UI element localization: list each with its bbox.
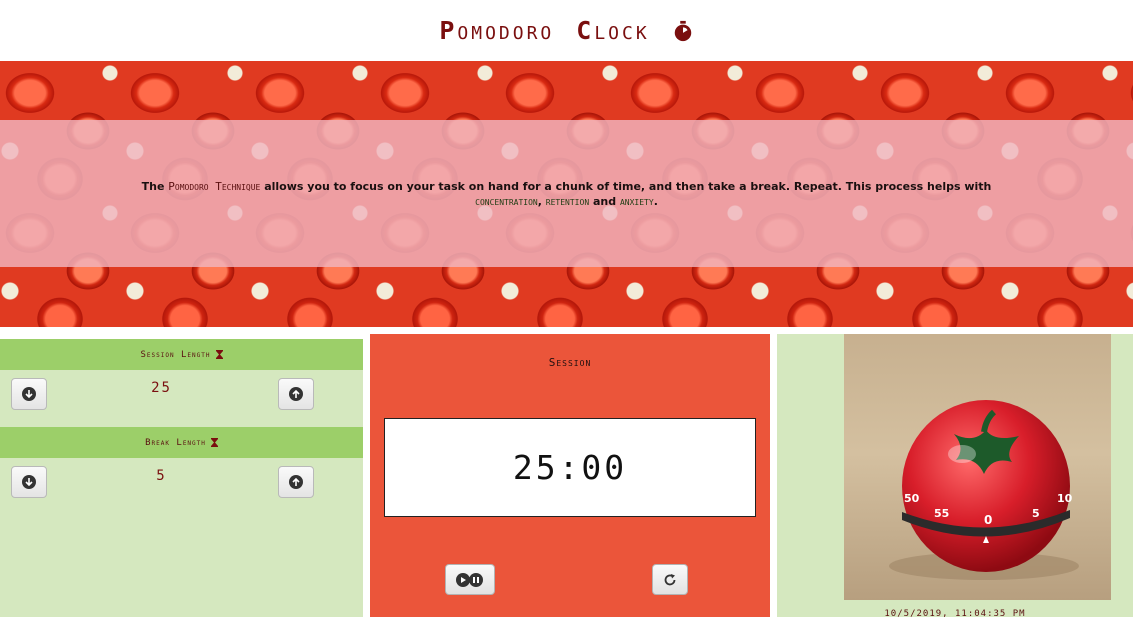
intro-middle: allows you to focus on your task on hand… xyxy=(264,179,992,193)
intro-text: The Pomodoro Technique allows you to foc… xyxy=(142,179,992,209)
app-header: Pomodoro Clock xyxy=(0,0,1133,61)
tomato-timer-photo: 50 55 0 5 10 xyxy=(844,334,1111,600)
break-increment-button[interactable] xyxy=(278,466,314,498)
reset-button[interactable] xyxy=(652,564,688,595)
reset-icon xyxy=(664,573,676,585)
session-increment-button[interactable] xyxy=(278,378,314,410)
break-length-label: Break Length xyxy=(145,437,206,448)
intro-and: and xyxy=(592,194,617,208)
time-remaining: 25:00 xyxy=(512,448,628,487)
timer-mode-label: Session xyxy=(548,356,592,369)
timer-panel: Session 25:00 xyxy=(370,334,770,617)
dial-number: 50 xyxy=(904,492,920,505)
arrow-up-circle-icon xyxy=(289,387,303,401)
tomato-timer-illustration: 50 55 0 5 10 xyxy=(889,400,1079,580)
session-length-label: Session Length xyxy=(140,349,211,360)
stopwatch-icon xyxy=(674,20,691,41)
hero-overlay: The Pomodoro Technique allows you to foc… xyxy=(0,120,1133,267)
hourglass-icon xyxy=(210,438,218,447)
title-initial-p: P xyxy=(439,16,458,45)
dial-number: 10 xyxy=(1057,492,1073,505)
title-word-2: lock xyxy=(594,16,650,45)
intro-the: The xyxy=(141,179,165,193)
break-length-value: 5 xyxy=(156,468,167,484)
intro-technique: Pomodoro Technique xyxy=(168,179,261,193)
photo-panel: 50 55 0 5 10 10/5/2019, 11:04:35 PM xyxy=(777,334,1133,617)
intro-retention: retention xyxy=(545,194,590,208)
hourglass-icon xyxy=(215,350,223,359)
session-length-header: Session Length xyxy=(0,339,363,370)
dial-number: 0 xyxy=(984,513,992,527)
intro-concentration: concentration xyxy=(475,194,538,208)
session-length-value: 25 xyxy=(151,380,172,396)
intro-comma: , xyxy=(537,194,542,208)
session-length-row: 25 xyxy=(0,370,363,427)
title-initial-c: C xyxy=(576,16,595,45)
break-length-row: 5 xyxy=(0,458,363,515)
timer-display: 25:00 xyxy=(384,418,756,517)
settings-panel: Session Length 25 Break Length 5 xyxy=(0,339,363,617)
break-length-header: Break Length xyxy=(0,427,363,458)
play-pause-button[interactable] xyxy=(445,564,495,595)
arrow-up-circle-icon xyxy=(289,475,303,489)
hero-banner: The Pomodoro Technique allows you to foc… xyxy=(0,61,1133,327)
intro-anxiety: anxiety xyxy=(619,194,654,208)
current-datetime: 10/5/2019, 11:04:35 PM xyxy=(884,609,1026,617)
dial-number: 55 xyxy=(934,507,949,520)
play-pause-icon xyxy=(456,572,483,587)
intro-period: . xyxy=(653,194,658,208)
dial-number: 5 xyxy=(1032,507,1040,520)
title-word-1: omodoro xyxy=(457,16,555,45)
app-title: Pomodoro Clock xyxy=(439,16,693,45)
